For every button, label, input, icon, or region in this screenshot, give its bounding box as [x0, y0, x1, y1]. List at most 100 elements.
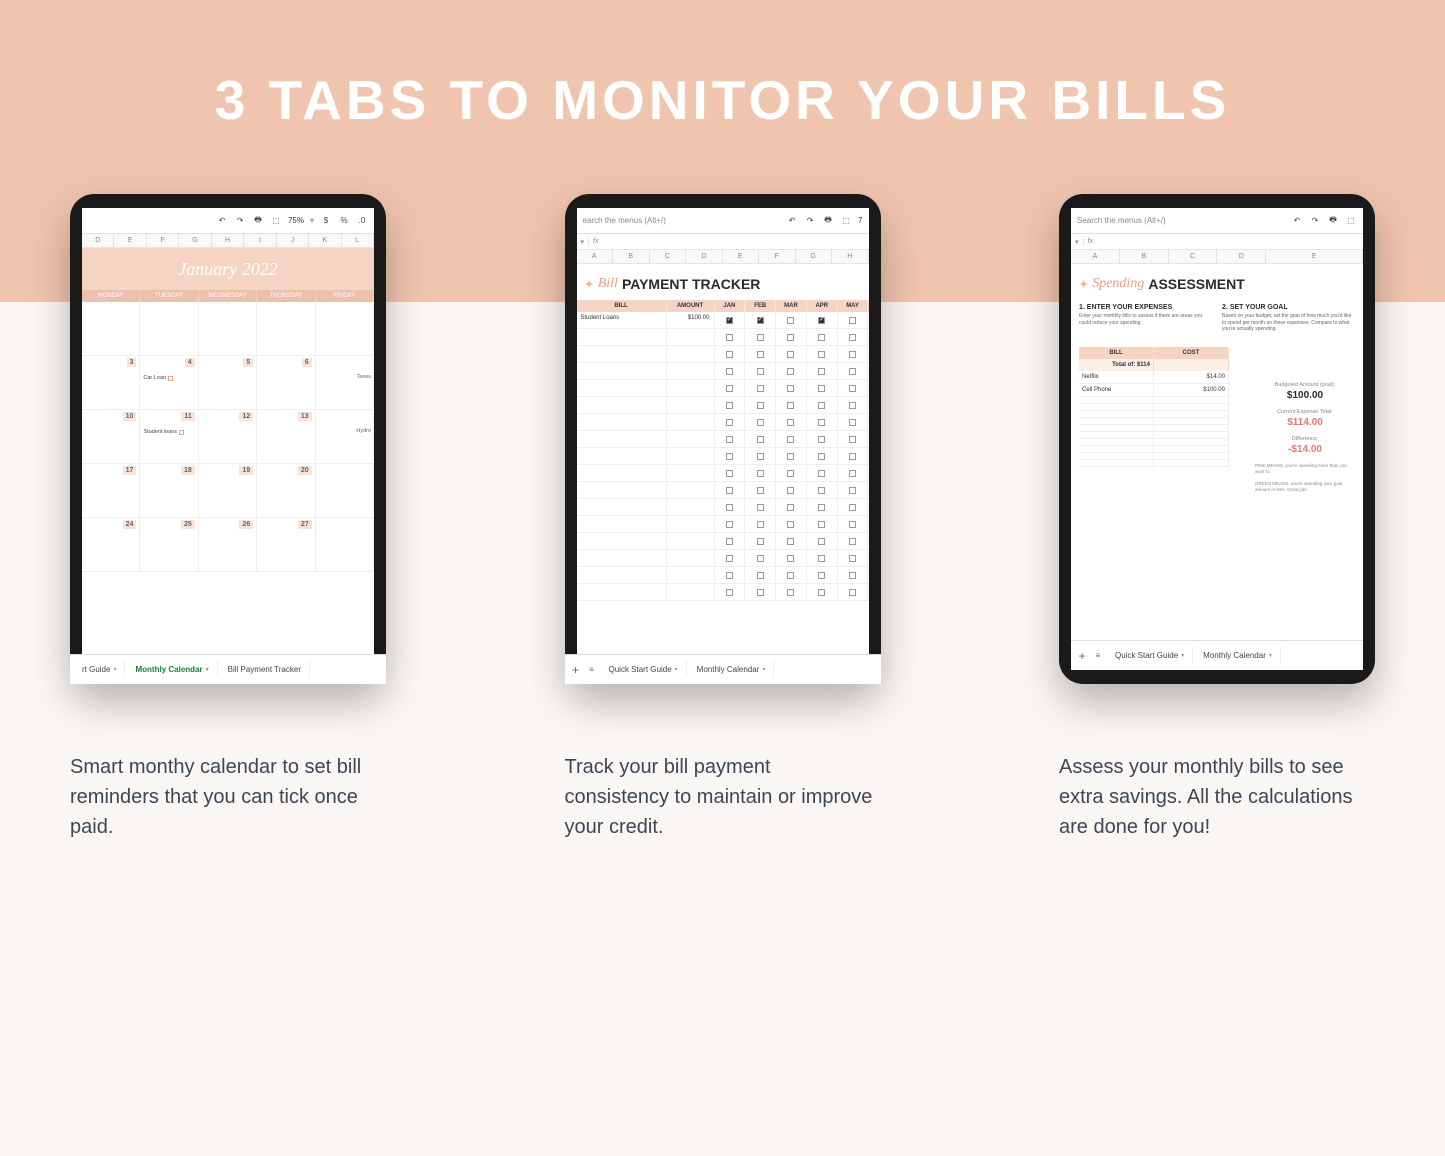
checkbox[interactable] — [787, 504, 794, 511]
all-sheets-button[interactable]: ≡ — [585, 665, 599, 670]
checkbox[interactable] — [849, 487, 856, 494]
checkbox[interactable] — [849, 470, 856, 477]
checkbox[interactable] — [849, 419, 856, 426]
redo-icon[interactable]: ↷ — [234, 215, 246, 227]
calendar-cell[interactable] — [316, 464, 374, 518]
undo-icon[interactable]: ↶ — [786, 215, 798, 227]
calendar-cell[interactable]: 27 — [257, 518, 315, 572]
checkbox[interactable] — [787, 334, 794, 341]
checkbox[interactable] — [726, 385, 733, 392]
checkbox[interactable] — [726, 521, 733, 528]
checkbox[interactable] — [787, 572, 794, 579]
calendar-cell[interactable] — [140, 302, 198, 356]
checkbox[interactable] — [849, 453, 856, 460]
checkbox[interactable] — [757, 504, 764, 511]
calendar-cell[interactable]: 10 — [82, 410, 140, 464]
checkbox[interactable] — [849, 317, 856, 324]
checkbox[interactable] — [818, 402, 825, 409]
calendar-cell[interactable] — [199, 302, 257, 356]
checkbox[interactable] — [787, 436, 794, 443]
calendar-cell[interactable] — [82, 302, 140, 356]
checkbox[interactable] — [818, 334, 825, 341]
calendar-cell[interactable] — [257, 302, 315, 356]
checkbox[interactable] — [726, 419, 733, 426]
checkbox[interactable] — [787, 487, 794, 494]
checkbox[interactable] — [849, 572, 856, 579]
checkbox[interactable] — [726, 436, 733, 443]
checkbox[interactable] — [849, 521, 856, 528]
checkbox[interactable] — [787, 351, 794, 358]
formula-bar[interactable]: ▾fx — [1071, 234, 1363, 250]
print-icon[interactable]: 🖶 — [822, 215, 834, 227]
checkbox[interactable] — [818, 385, 825, 392]
checkbox[interactable] — [726, 572, 733, 579]
checkbox[interactable] — [726, 538, 733, 545]
checkbox[interactable] — [757, 538, 764, 545]
zoom-level[interactable]: 75% — [288, 216, 304, 225]
checkbox[interactable] — [757, 521, 764, 528]
checkbox[interactable] — [726, 589, 733, 596]
paint-icon[interactable]: ⬚ — [270, 215, 282, 227]
checkbox[interactable] — [726, 402, 733, 409]
add-sheet-button[interactable]: + — [1075, 649, 1089, 663]
calendar-cell[interactable]: 19 — [199, 464, 257, 518]
paint-icon[interactable]: ⬚ — [1345, 215, 1357, 227]
percent-icon[interactable]: % — [338, 215, 350, 227]
tab-quick-start[interactable]: Quick Start Guide▾ — [601, 661, 687, 670]
checkbox[interactable] — [757, 572, 764, 579]
tab-monthly-calendar[interactable]: Monthly Calendar▾ — [689, 661, 775, 670]
checkbox[interactable] — [818, 572, 825, 579]
undo-icon[interactable]: ↶ — [1291, 215, 1303, 227]
calendar-cell[interactable]: 17 — [82, 464, 140, 518]
checkbox[interactable] — [849, 538, 856, 545]
checkbox[interactable] — [818, 436, 825, 443]
calendar-cell[interactable]: 5 — [199, 356, 257, 410]
tab-monthly-calendar[interactable]: Monthly Calendar▾ — [1195, 647, 1281, 664]
checkbox[interactable] — [757, 487, 764, 494]
tab-quick-start[interactable]: Quick Start Guide▾ — [1107, 647, 1193, 664]
currency-icon[interactable]: $ — [320, 215, 332, 227]
calendar-cell[interactable]: 4Car Loan — [140, 356, 198, 410]
checkbox[interactable] — [849, 385, 856, 392]
calendar-cell[interactable]: 25 — [140, 518, 198, 572]
checkbox[interactable] — [849, 589, 856, 596]
checkbox[interactable] — [787, 538, 794, 545]
calendar-cell[interactable]: 13 — [257, 410, 315, 464]
checkbox[interactable] — [818, 555, 825, 562]
formula-bar[interactable]: ▾fx — [577, 234, 869, 250]
checkbox[interactable] — [818, 538, 825, 545]
checkbox[interactable] — [757, 419, 764, 426]
checkbox[interactable] — [726, 453, 733, 460]
checkbox[interactable] — [818, 521, 825, 528]
checkbox[interactable] — [726, 351, 733, 358]
checkbox[interactable] — [757, 589, 764, 596]
checkbox[interactable] — [849, 351, 856, 358]
checkbox[interactable] — [849, 504, 856, 511]
checkbox[interactable] — [757, 385, 764, 392]
checkbox[interactable] — [818, 317, 825, 324]
checkbox[interactable] — [787, 555, 794, 562]
print-icon[interactable]: 🖶 — [1327, 215, 1339, 227]
menu-search[interactable]: earch the menus (Alt+/) — [583, 216, 666, 225]
calendar-cell[interactable]: 18 — [140, 464, 198, 518]
checkbox[interactable] — [818, 351, 825, 358]
checkbox[interactable] — [757, 317, 764, 324]
checkbox[interactable] — [726, 504, 733, 511]
tab-start-guide[interactable]: rt Guide▾ — [82, 661, 125, 670]
calendar-cell[interactable] — [316, 518, 374, 572]
checkbox[interactable] — [757, 351, 764, 358]
calendar-cell[interactable]: 3 — [82, 356, 140, 410]
checkbox[interactable] — [787, 419, 794, 426]
paint-icon[interactable]: ⬚ — [840, 215, 852, 227]
checkbox[interactable] — [757, 470, 764, 477]
checkbox[interactable] — [787, 385, 794, 392]
redo-icon[interactable]: ↷ — [804, 215, 816, 227]
calendar-cell[interactable]: Hydro — [316, 410, 374, 464]
checkbox[interactable] — [757, 453, 764, 460]
zoom-level[interactable]: 7 — [858, 216, 862, 225]
checkbox[interactable] — [757, 436, 764, 443]
tab-monthly-calendar[interactable]: Monthly Calendar▾ — [127, 661, 217, 670]
checkbox[interactable] — [726, 470, 733, 477]
checkbox[interactable] — [787, 368, 794, 375]
calendar-cell[interactable]: 12 — [199, 410, 257, 464]
